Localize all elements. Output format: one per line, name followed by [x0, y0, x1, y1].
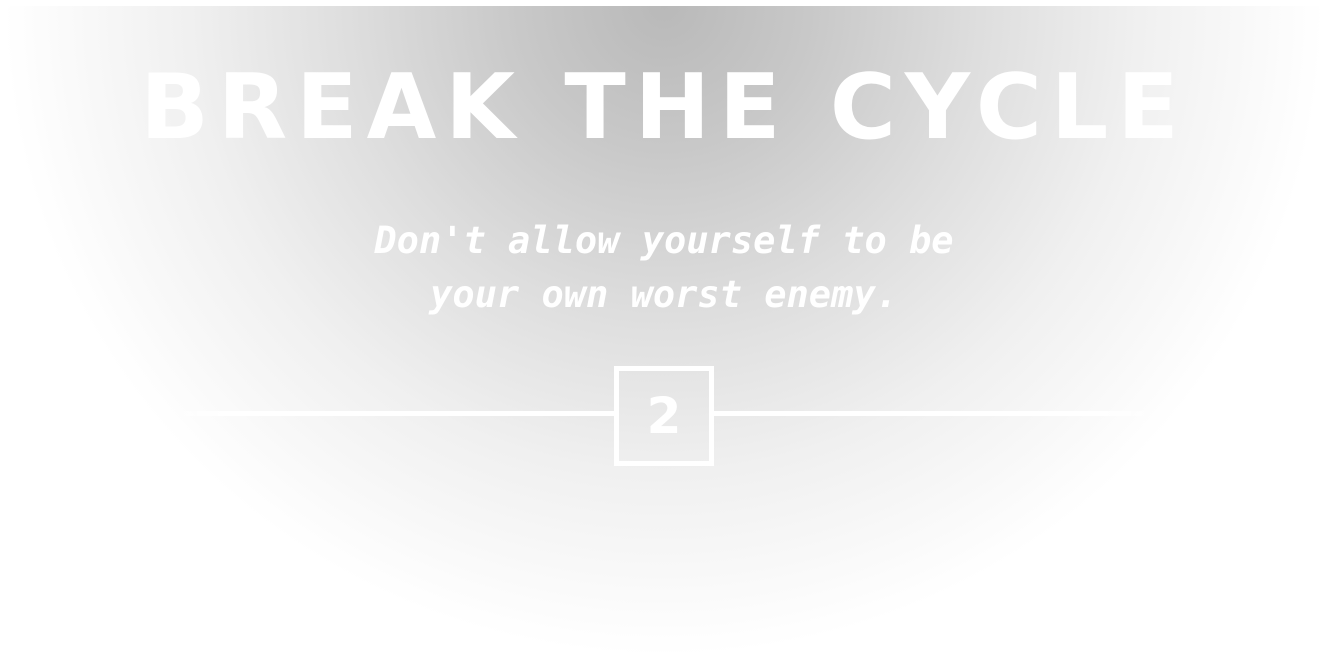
divider-right	[712, 411, 1158, 416]
subtitle-line-1: Don't allow yourself to be	[374, 219, 954, 262]
divider-left	[170, 411, 616, 416]
subtitle: Don't allow yourself to be your own wors…	[0, 214, 1328, 322]
slide-number-box[interactable]: 2	[614, 366, 714, 466]
hero-section: BREAK THE CYCLE Don't allow yourself to …	[0, 0, 1328, 656]
subtitle-line-2: your own worst enemy.	[430, 273, 898, 316]
slide-number: 2	[646, 387, 682, 445]
page-title: BREAK THE CYCLE	[140, 55, 1188, 160]
